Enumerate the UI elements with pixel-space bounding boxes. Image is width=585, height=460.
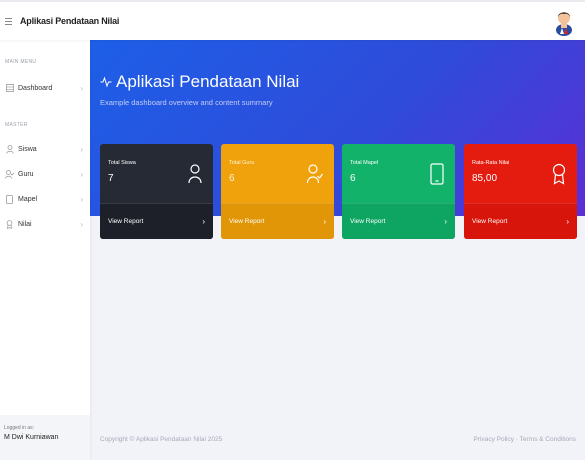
sidebar: MAIN MENU Dashboard › MASTER Siswa › Gur… (0, 40, 90, 460)
user-check-icon (5, 169, 14, 179)
stat-card-total-mapel: Total Mapel 6 View Report › (342, 144, 455, 239)
grid-icon (5, 84, 14, 93)
user-check-icon (306, 164, 323, 184)
chevron-right-icon: › (444, 217, 447, 226)
page-title-text: Aplikasi Pendataan Nilai (116, 72, 300, 91)
sidebar-footer: Logged in as: M Dwi Kurniawan (0, 415, 90, 460)
view-report-link[interactable]: View Report › (342, 203, 455, 239)
chevron-right-icon: › (80, 169, 83, 179)
chevron-right-icon: › (80, 194, 83, 204)
sidebar-item-dashboard[interactable]: Dashboard › (0, 80, 90, 96)
sidebar-item-label: Mapel (18, 195, 38, 203)
sidebar-item-label: Nilai (18, 220, 32, 228)
view-report-link[interactable]: View Report › (221, 203, 334, 239)
user-avatar[interactable] (553, 8, 575, 36)
view-report-link[interactable]: View Report › (464, 203, 577, 239)
chevron-right-icon: › (80, 144, 83, 154)
logged-in-label: Logged in as: (4, 425, 35, 431)
stat-card-total-guru: Total Guru 6 View Report › (221, 144, 334, 239)
stat-card-rata-rata-nilai: Rata-Rata Nilai 85,00 View Report › (464, 144, 577, 239)
hamburger-icon[interactable] (5, 17, 17, 25)
chevron-right-icon: › (202, 217, 205, 226)
view-report-link[interactable]: View Report › (100, 203, 213, 239)
chevron-right-icon: › (566, 217, 569, 226)
sidebar-heading-main-menu: MAIN MENU (5, 59, 37, 65)
sidebar-heading-master: MASTER (5, 122, 28, 128)
sidebar-item-label: Dashboard (18, 84, 53, 92)
view-report-label: View Report (472, 218, 508, 225)
footer-links[interactable]: Privacy Policy · Terms & Conditions (474, 436, 576, 443)
navbar-brand[interactable]: Aplikasi Pendataan Nilai (20, 16, 119, 26)
chevron-right-icon: › (323, 217, 326, 226)
page-subtitle: Example dashboard overview and content s… (100, 98, 273, 107)
sidebar-item-label: Guru (18, 170, 34, 178)
book-icon (5, 194, 14, 204)
view-report-label: View Report (350, 218, 386, 225)
user-icon (5, 144, 14, 154)
page-title: Aplikasi Pendataan Nilai (100, 72, 299, 92)
sidebar-item-mapel[interactable]: Mapel › (0, 191, 90, 207)
tablet-icon (430, 163, 444, 185)
award-icon (552, 163, 566, 185)
sidebar-item-siswa[interactable]: Siswa › (0, 141, 90, 157)
top-navbar: Aplikasi Pendataan Nilai (0, 0, 585, 40)
sidebar-item-nilai[interactable]: Nilai › (0, 216, 90, 232)
view-report-label: View Report (108, 218, 144, 225)
logged-in-user-name: M Dwi Kurniawan (4, 434, 59, 441)
view-report-label: View Report (229, 218, 265, 225)
chevron-right-icon: › (80, 83, 83, 93)
award-icon (5, 219, 14, 229)
sidebar-item-label: Siswa (18, 145, 37, 153)
stat-card-total-siswa: Total Siswa 7 View Report › (100, 144, 213, 239)
sidebar-item-guru[interactable]: Guru › (0, 166, 90, 182)
activity-icon (100, 76, 112, 88)
footer-copyright: Copyright © Aplikasi Pendataan Nilai 202… (100, 436, 223, 443)
chevron-right-icon: › (80, 219, 83, 229)
user-icon (188, 164, 202, 184)
